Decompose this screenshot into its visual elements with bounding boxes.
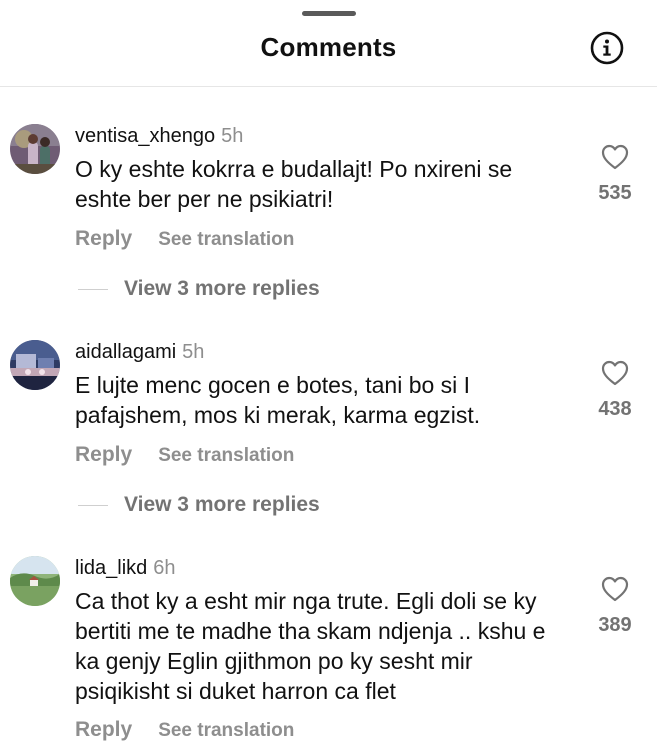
view-more-replies-label: View 3 more replies (124, 493, 320, 516)
comment-actions: Reply See translation (75, 443, 294, 468)
comment-actions: Reply See translation (75, 227, 294, 252)
comment-item: ventisa_xhengo 5h O ky eshte kokrra e bud… (0, 86, 657, 306)
replies-divider (78, 504, 108, 506)
username[interactable]: ventisa_xhengo (75, 125, 215, 147)
like-button[interactable]: 389 (592, 576, 638, 637)
like-button[interactable]: 535 (592, 144, 638, 205)
comment-text: E lujte menc gocen e botes, tani bo si I… (75, 372, 481, 428)
comments-sheet: Comments ventisa_xhengo 5h O ky eshte ko… (0, 0, 657, 750)
timestamp: 6h (153, 557, 176, 579)
see-translation-button[interactable]: See translation (158, 720, 294, 741)
comment-actions: Reply See translation (75, 718, 294, 743)
comment-text: Ca thot ky a esht mir nga trute. Egli do… (75, 588, 546, 704)
comment-meta: ventisa_xhengo 5h (75, 124, 243, 148)
avatar[interactable] (10, 556, 60, 606)
heart-icon (601, 576, 629, 602)
timestamp: 5h (221, 125, 244, 147)
avatar[interactable] (10, 340, 60, 390)
heart-icon (601, 144, 629, 170)
comments-header: Comments (0, 0, 657, 87)
page-title: Comments (260, 32, 397, 62)
username[interactable]: lida_likd (75, 557, 147, 579)
view-more-replies[interactable]: View 3 more replies (78, 493, 320, 517)
reply-button[interactable]: Reply (75, 227, 132, 250)
like-count: 438 (598, 398, 632, 420)
comment-meta: lida_likd 6h (75, 556, 176, 580)
see-translation-button[interactable]: See translation (158, 445, 294, 466)
like-count: 535 (598, 182, 632, 204)
drag-handle[interactable] (301, 11, 356, 16)
view-more-replies[interactable]: View 3 more replies (78, 277, 320, 301)
see-translation-button[interactable]: See translation (158, 229, 294, 250)
reply-button[interactable]: Reply (75, 443, 132, 466)
info-icon (590, 31, 624, 65)
avatar[interactable] (10, 124, 60, 174)
replies-divider (78, 288, 108, 290)
comment-meta: aidallagami 5h (75, 340, 204, 364)
like-button[interactable]: 438 (592, 360, 638, 421)
comment-item: lida_likd 6h Ca thot ky a esht mir nga tr… (0, 518, 657, 750)
like-count: 389 (598, 614, 632, 636)
view-more-replies-label: View 3 more replies (124, 277, 320, 300)
reply-button[interactable]: Reply (75, 718, 132, 741)
info-button[interactable] (590, 31, 624, 65)
comment-text: O ky eshte kokrra e budallajt! Po nxiren… (75, 156, 513, 212)
comment-item: aidallagami 5h E lujte menc gocen e botes… (0, 302, 657, 522)
timestamp: 5h (182, 341, 205, 363)
heart-icon (601, 360, 629, 386)
username[interactable]: aidallagami (75, 341, 176, 363)
